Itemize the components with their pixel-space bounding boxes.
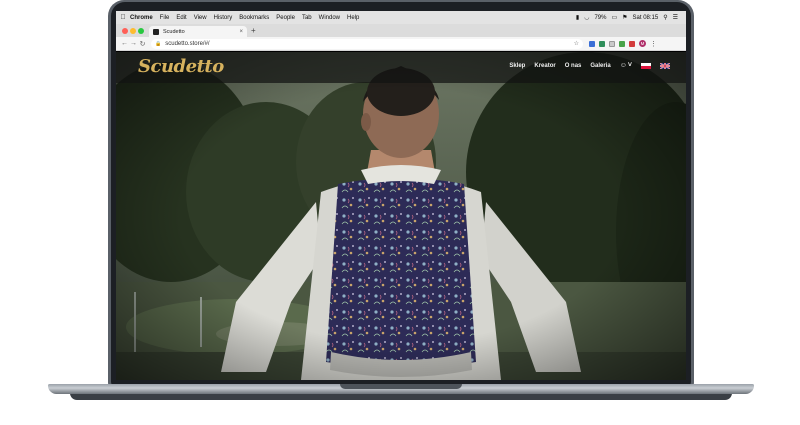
polish-flag-icon[interactable] [641,62,651,69]
nav-link-kreator[interactable]: Kreator [534,63,555,69]
menu-window[interactable]: Window [319,15,340,21]
close-window-button[interactable] [122,28,128,34]
account-menu[interactable]: ☺ ˅ [620,62,632,69]
site-header: Scudetto Sklep Kreator O nas Galeria ☺ ˅ [116,52,686,83]
menu-people[interactable]: People [276,15,295,21]
bookmark-star-icon[interactable]: ☆ [574,40,579,47]
flag-icon[interactable]: ⚑ [622,14,627,21]
hero-photo-man-in-paisley-vest [116,52,686,380]
profile-avatar[interactable]: M [639,40,646,47]
back-arrow-icon[interactable]: ← [120,40,129,47]
site-nav: Sklep Kreator O nas Galeria ☺ ˅ [509,62,670,69]
minimize-window-button[interactable] [130,28,136,34]
lock-icon[interactable]: 🔒 [155,41,161,47]
extension-icon-2[interactable] [599,40,605,47]
zoom-window-button[interactable] [138,28,144,34]
extension-icon-3[interactable] [609,40,615,47]
address-bar[interactable]: 🔒 scudetto.store/#/ ☆ [151,38,583,49]
tab-title: Scudetto [163,28,185,35]
address-bar-url[interactable]: scudetto.store/#/ [165,41,209,47]
menu-history[interactable]: History [214,15,233,21]
apple-icon[interactable]:  [116,14,130,21]
mac-menu-bar:  Chrome File Edit View History Bookmark… [116,11,686,24]
browser-toolbar: ← → ↻ 🔒 scudetto.store/#/ ☆ M ⋮ [116,37,686,51]
spotlight-icon[interactable]: ⚲ [663,14,667,21]
menu-tab[interactable]: Tab [302,15,312,21]
webpage: Scudetto Sklep Kreator O nas Galeria ☺ ˅ [116,52,686,380]
uk-flag-icon[interactable] [660,62,670,69]
menu-view[interactable]: View [194,15,207,21]
menu-app-name[interactable]: Chrome [130,15,153,21]
extensions-area: M ⋮ [589,40,657,48]
extension-icon-5[interactable] [629,40,635,47]
user-icon: ☺ [619,62,627,69]
menu-file[interactable]: File [160,15,170,21]
close-tab-icon[interactable]: × [239,29,243,35]
reload-icon[interactable]: ↻ [138,40,147,48]
control-center-icon[interactable]: ☰ [673,14,678,21]
extension-icon-1[interactable] [589,40,595,47]
laptop-base-shadow [70,393,732,400]
nav-link-sklep[interactable]: Sklep [509,63,525,69]
site-favicon-icon [153,28,159,35]
menu-edit[interactable]: Edit [176,15,186,21]
site-logo[interactable]: Scudetto [138,56,224,77]
battery-percent[interactable]: 79% [594,15,606,21]
menu-clock[interactable]: Sat 08:15 [633,15,659,21]
extension-icon-4[interactable] [619,40,625,47]
wifi-icon[interactable]: ◡ [584,14,589,21]
browser-tab-strip: Scudetto × + [116,24,686,37]
laptop-screen:  Chrome File Edit View History Bookmark… [116,11,686,380]
new-tab-button[interactable]: + [251,26,256,35]
laptop-opening-notch [340,384,462,389]
menu-status-area: ▮ ◡ 79% ▭ ⚑ Sat 08:15 ⚲ ☰ [576,14,686,22]
forward-arrow-icon[interactable]: → [129,40,138,47]
menu-help[interactable]: Help [347,15,359,21]
browser-tab-active[interactable]: Scudetto × [149,26,247,37]
chrome-menu-icon[interactable]: ⋮ [650,40,657,48]
status-app-icon[interactable]: ▮ [576,14,579,21]
device-mockup:  Chrome File Edit View History Bookmark… [0,0,800,425]
chevron-down-icon: ˅ [627,62,632,69]
battery-icon[interactable]: ▭ [611,14,617,21]
nav-link-o-nas[interactable]: O nas [565,63,582,69]
nav-link-galeria[interactable]: Galeria [590,63,610,69]
menu-bookmarks[interactable]: Bookmarks [239,15,269,21]
